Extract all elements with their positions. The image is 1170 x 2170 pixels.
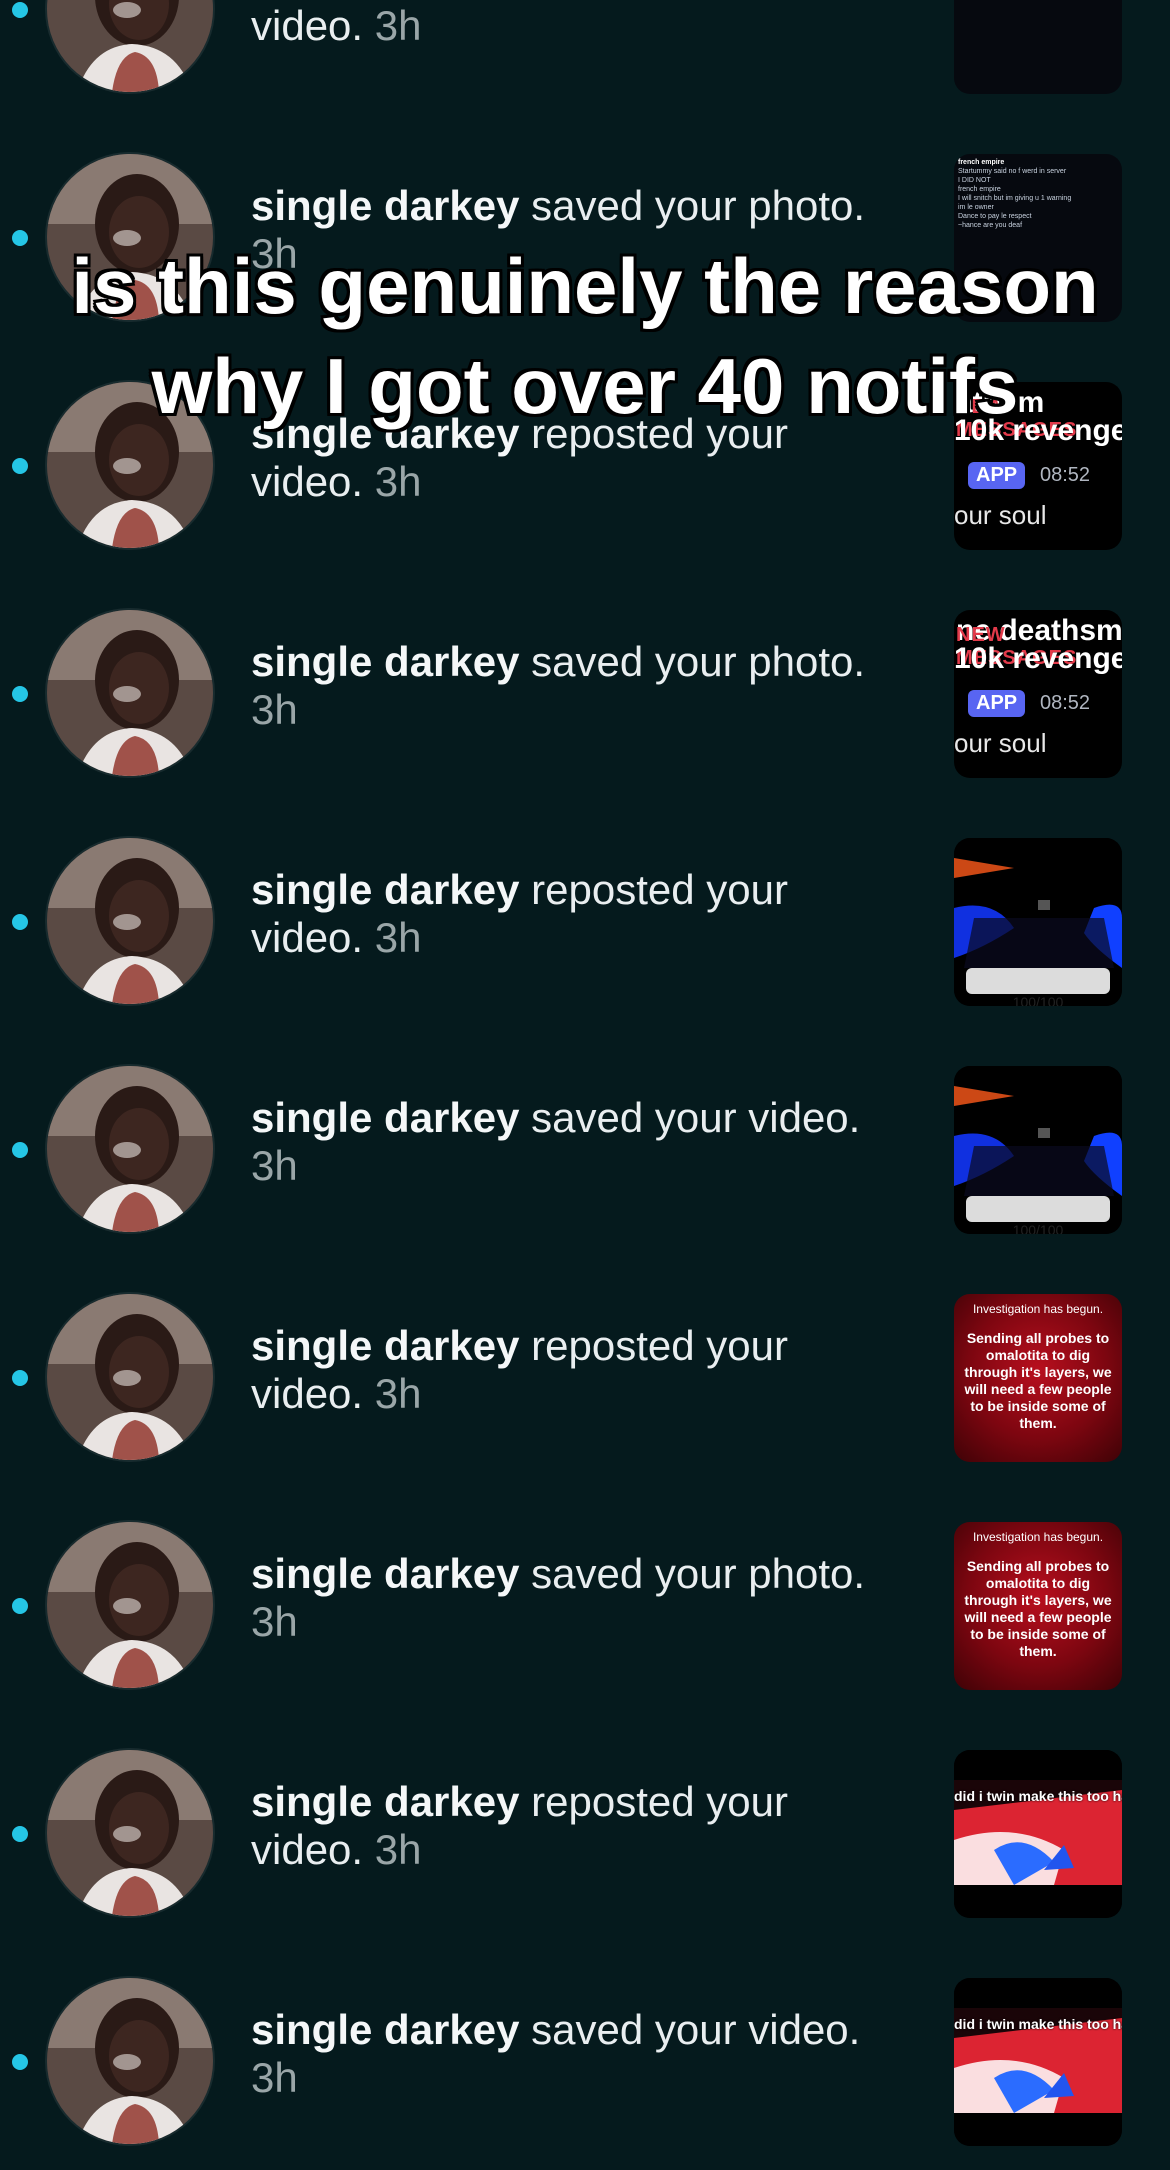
thumb-timestamp: 08:52 xyxy=(1040,464,1091,486)
race-scene-graphic xyxy=(954,1978,1122,2146)
thumb-text-line: 10k revenge xyxy=(954,642,1122,675)
thumb-text-line: our soul xyxy=(954,500,1047,530)
username[interactable]: single darkey xyxy=(251,638,519,685)
timestamp: 3h xyxy=(251,1598,298,1645)
unread-indicator xyxy=(12,1598,28,1614)
notification-row[interactable]: single darkeyvideo. 3h I will snitch but… xyxy=(0,0,1170,118)
notification-row[interactable]: single darkey saved your video. 3h 100/10… xyxy=(0,1030,1170,1258)
action-text: saved your video. xyxy=(531,2006,861,2053)
username[interactable]: single darkey xyxy=(251,1094,519,1141)
notification-row[interactable]: single darkey reposted your video. 3h Inv… xyxy=(0,1258,1170,1486)
chat-screenshot-thumbnail[interactable]: I will snitch but im giving u 1 warningi… xyxy=(954,0,1122,94)
discord-screenshot-thumbnail[interactable]: ne deathsm NEW MESSAGES 10k revenge APP … xyxy=(954,610,1122,778)
unread-indicator xyxy=(12,2,28,18)
game-video-thumbnail[interactable]: 100/100 xyxy=(954,1066,1122,1234)
thumb-text-line: french empire xyxy=(958,186,1001,193)
space-investigation-thumbnail[interactable]: Investigation has begun. Sending all pro… xyxy=(954,1522,1122,1690)
username[interactable]: single darkey xyxy=(251,2006,519,2053)
thumb-text-line: our soul xyxy=(954,728,1047,758)
racing-video-thumbnail[interactable]: did i twin make this too hard xyxy=(954,1750,1122,1918)
score-label: 100/100 xyxy=(1012,1222,1064,1234)
action-text: saved your photo. xyxy=(531,182,866,229)
unread-indicator xyxy=(12,230,28,246)
action-text-continued: video. xyxy=(251,914,364,961)
thumb-timestamp: 08:52 xyxy=(1040,692,1091,714)
notification-row[interactable]: single darkey saved your photo. 3h Invest… xyxy=(0,1486,1170,1714)
notification-text: single darkey saved your photo. 3h xyxy=(251,1550,891,1646)
thumb-caption: did i twin make this too hard xyxy=(954,2016,1122,2032)
action-text-continued: video. xyxy=(251,1370,364,1417)
avatar[interactable] xyxy=(47,1294,213,1460)
avatar[interactable] xyxy=(47,1522,213,1688)
action-text-continued: video. xyxy=(251,2,364,49)
notification-text: single darkey reposted your video. 3h xyxy=(251,1778,891,1874)
notification-text: single darkey saved your photo. 3h xyxy=(251,638,891,734)
thumb-text-line: I DID NOT xyxy=(958,177,991,184)
username[interactable]: single darkey xyxy=(251,1550,519,1597)
username[interactable]: single darkey xyxy=(251,182,519,229)
thumb-text-line: Dance to pay le respect xyxy=(958,213,1032,220)
notification-row[interactable]: single darkey saved your video. 3h did i … xyxy=(0,1942,1170,2170)
unread-indicator xyxy=(12,1370,28,1386)
overlay-caption: is this genuinely the reason why I got o… xyxy=(71,242,1099,430)
thumb-text-line: I will snitch but im giving u 1 warning xyxy=(958,195,1072,202)
app-badge: APP xyxy=(968,462,1026,489)
game-video-thumbnail[interactable]: 100/100 xyxy=(954,838,1122,1006)
notification-row[interactable]: single darkey saved your photo. 3h ne dea… xyxy=(0,574,1170,802)
timestamp: 3h xyxy=(251,1142,298,1189)
thumb-heading: Investigation has begun. xyxy=(972,1530,1104,1544)
racing-video-thumbnail[interactable]: did i twin make this too hard xyxy=(954,1978,1122,2146)
avatar[interactable] xyxy=(47,0,213,92)
timestamp: 3h xyxy=(251,686,298,733)
timestamp: 3h xyxy=(374,914,422,961)
notification-row[interactable]: single darkey reposted your video. 3h 100… xyxy=(0,802,1170,1030)
notification-text: single darkeyvideo. 3h xyxy=(251,0,891,50)
thumb-body: Sending all probes to omalotita to dig t… xyxy=(964,1330,1112,1431)
notification-text: single darkey saved your video. 3h xyxy=(251,2006,891,2102)
notification-text: single darkey saved your video. 3h xyxy=(251,1094,891,1190)
app-badge: APP xyxy=(968,690,1026,717)
thumb-text-line: Startummy said no f werd in server xyxy=(958,168,1067,175)
timestamp: 3h xyxy=(251,2054,298,2101)
space-investigation-thumbnail[interactable]: Investigation has begun. Sending all pro… xyxy=(954,1294,1122,1462)
username[interactable]: single darkey xyxy=(251,1778,519,1825)
action-text: reposted your xyxy=(531,866,788,913)
action-text: saved your photo. xyxy=(531,1550,866,1597)
thumb-body: Sending all probes to omalotita to dig t… xyxy=(964,1558,1112,1659)
timestamp: 3h xyxy=(374,1826,422,1873)
action-text: reposted your xyxy=(531,1778,788,1825)
game-scene-graphic xyxy=(954,1066,1122,1234)
notification-text: single darkey reposted your video. 3h xyxy=(251,866,891,962)
thumb-text-line: im le owner xyxy=(958,204,994,211)
thumb-text-line: french empire xyxy=(958,159,1005,166)
action-text: saved your video. xyxy=(531,1094,861,1141)
action-text: saved your photo. xyxy=(531,638,866,685)
race-scene-graphic xyxy=(954,1750,1122,1918)
username[interactable]: single darkey xyxy=(251,866,519,913)
action-text: reposted your xyxy=(531,1322,788,1369)
notification-row[interactable]: single darkey reposted your video. 3h did… xyxy=(0,1714,1170,1942)
action-text-continued: video. xyxy=(251,1826,364,1873)
thumb-caption: did i twin make this too hard xyxy=(954,1788,1122,1804)
timestamp: 3h xyxy=(374,1370,422,1417)
timestamp: 3h xyxy=(374,458,422,505)
game-scene-graphic xyxy=(954,838,1122,1006)
timestamp: 3h xyxy=(374,2,422,49)
action-text-continued: video. xyxy=(251,458,364,505)
thumb-text-line: ~hance are you deaf xyxy=(958,222,1023,229)
thumb-heading: Investigation has begun. xyxy=(972,1302,1104,1316)
notification-text: single darkey reposted your video. 3h xyxy=(251,1322,891,1418)
username[interactable]: single darkey xyxy=(251,1322,519,1369)
score-label: 100/100 xyxy=(1012,994,1064,1006)
